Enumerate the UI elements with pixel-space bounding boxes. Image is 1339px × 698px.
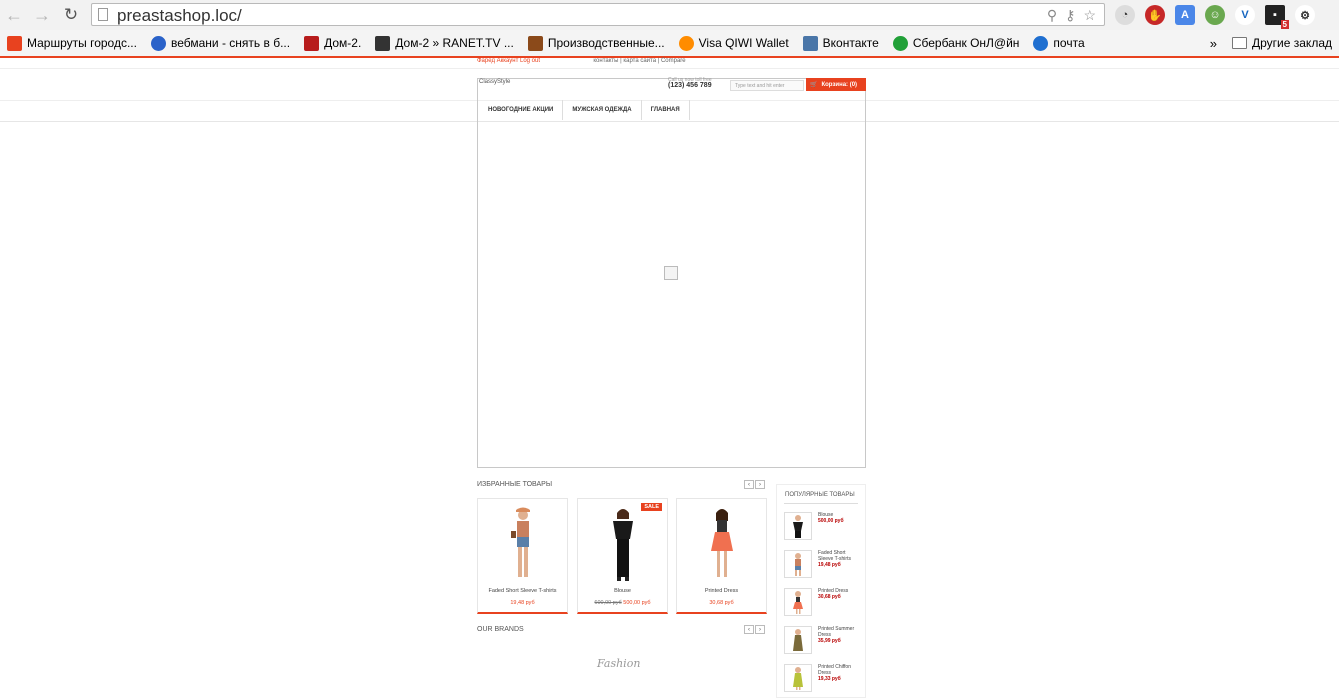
product-price-block: 600,00 руб 500,00 руб (578, 600, 667, 606)
popular-item[interactable]: Printed Dress 30,68 руб (784, 588, 862, 618)
popular-item-price: 19,48 руб (818, 562, 841, 568)
address-bar[interactable]: preastashop.loc/ ⚲ ⚷ ☆ (91, 3, 1105, 26)
extension-badge: 5 (1280, 20, 1289, 29)
menu-item-mens-clothing[interactable]: МУЖСКАЯ ОДЕЖДА (563, 100, 642, 120)
popular-item[interactable]: Blouse 500,00 руб (784, 512, 862, 542)
popular-item-thumbnail (784, 550, 812, 578)
popular-item[interactable]: Printed Summer Dress 35,99 руб (784, 626, 862, 656)
brand-logo[interactable]: Fashion (597, 657, 640, 670)
menu-item-home[interactable]: ГЛАВНАЯ (642, 100, 690, 120)
broken-image-icon (664, 266, 678, 280)
translate-icon[interactable]: A (1175, 5, 1195, 25)
product-image (613, 509, 633, 581)
popular-item[interactable]: Printed Chiffon Dress 19,33 руб (784, 664, 862, 694)
bookmarks-overflow-chevron[interactable]: » (1203, 36, 1225, 51)
brands-next-arrow[interactable]: › (755, 625, 765, 634)
back-arrow-icon[interactable]: ← (4, 5, 24, 25)
product-old-price: 600,00 руб (594, 600, 622, 606)
popular-item-name: Faded Short Sleeve T-shirts (818, 550, 851, 562)
url-text[interactable]: preastashop.loc/ (117, 6, 242, 26)
product-image (511, 507, 530, 577)
product-price: 500,00 руб (623, 600, 651, 606)
bookmark-favicon (375, 35, 391, 51)
bookmark-favicon (304, 35, 320, 51)
folder-icon (1232, 37, 1247, 49)
product-card[interactable]: Faded Short Sleeve T-shirts 19,48 руб (477, 498, 568, 614)
product-card[interactable]: SALE Blouse 600,00 руб 500,00 руб (577, 498, 668, 614)
product-name[interactable]: Blouse (578, 588, 667, 594)
smiley-extension-icon[interactable]: ☺ (1205, 5, 1225, 25)
bookmark-item[interactable]: Visa QIWI Wallet (672, 35, 796, 51)
other-bookmarks-folder[interactable]: Другие заклад (1225, 36, 1339, 50)
notification-extension-icon[interactable]: ▪ 5 (1265, 5, 1289, 29)
popular-item-name: Printed Summer Dress (818, 626, 855, 638)
popular-products-title: ПОПУЛЯРНЫЕ ТОВАРЫ (785, 492, 855, 498)
product-name[interactable]: Faded Short Sleeve T-shirts (478, 588, 567, 594)
popular-item-thumbnail (784, 512, 812, 540)
bookmark-favicon (150, 35, 166, 51)
account-links[interactable]: Фаред Аккаунт Log out (477, 58, 540, 64)
popular-item-price: 19,33 руб (818, 676, 841, 682)
bookmark-item[interactable]: почта (1026, 35, 1091, 51)
bookmark-star-icon[interactable]: ☆ (1083, 7, 1096, 24)
brands-title: OUR BRANDS (477, 626, 524, 633)
bookmark-item[interactable]: Дом-2 » RANET.TV ... (368, 35, 521, 51)
browser-toolbar: ← → ↻ preastashop.loc/ ⚲ ⚷ ☆ ◔ ✋ A ☺ V ▪… (0, 0, 1339, 30)
product-price: 30,68 руб (709, 600, 734, 606)
info-links[interactable]: контакты | карта сайта | Compare (593, 58, 685, 64)
product-name[interactable]: Printed Dress (677, 588, 766, 594)
popular-item-thumbnail (784, 588, 812, 616)
top-links: Фаред Аккаунт Log out контакты | карта с… (477, 58, 686, 64)
zoom-icon[interactable]: ⚲ (1047, 7, 1057, 24)
bookmark-favicon (892, 35, 908, 51)
page-icon (98, 8, 108, 21)
popular-item-price: 30,68 руб (818, 594, 841, 600)
featured-next-arrow[interactable]: › (755, 480, 765, 489)
popular-item-thumbnail (784, 626, 812, 654)
bookmark-item[interactable]: Дом-2. (297, 35, 368, 51)
featured-products-title: ИЗБРАННЫЕ ТОВАРЫ (477, 481, 553, 488)
phone-number: (123) 456 789 (668, 82, 712, 89)
product-card[interactable]: Printed Dress 30,68 руб (676, 498, 767, 614)
popular-item-name: Printed Chiffon Dress (818, 664, 851, 676)
popular-item-price: 500,00 руб (818, 518, 844, 524)
extension-search-icon[interactable]: ◔ (1115, 5, 1135, 25)
cart-label: Корзина: (0) (821, 81, 858, 88)
product-image (711, 509, 733, 577)
featured-prev-arrow[interactable]: ‹ (744, 480, 754, 489)
bookmarks-bar: Маршруты городс... вебмани - снять в б..… (0, 30, 1339, 58)
bookmark-favicon (7, 35, 22, 51)
adblock-icon[interactable]: ✋ (1145, 5, 1165, 25)
bookmark-item[interactable]: Маршруты городс... (0, 35, 144, 51)
product-price: 19,48 руб (510, 600, 535, 606)
forward-arrow-icon[interactable]: → (32, 5, 52, 25)
bookmark-favicon (678, 35, 694, 51)
popular-item-price: 35,99 руб (818, 638, 841, 644)
cart-icon: 🛒 (810, 82, 818, 88)
bookmark-favicon (527, 35, 543, 51)
bookmark-item[interactable]: вебмани - снять в б... (144, 35, 297, 51)
search-input[interactable]: Type text and hit enter (730, 80, 804, 91)
shop-logo[interactable]: ClassyStyle (479, 79, 510, 85)
popular-item-thumbnail (784, 664, 812, 692)
key-icon[interactable]: ⚷ (1065, 7, 1075, 24)
popular-item[interactable]: Faded Short Sleeve T-shirts 19,48 руб (784, 550, 862, 580)
menu-item-new-year-deals[interactable]: НОВОГОДНИЕ АКЦИИ (479, 100, 564, 120)
popular-products-block: ПОПУЛЯРНЫЕ ТОВАРЫ Blouse 500,00 руб Faded… (776, 484, 866, 698)
settings-icon[interactable]: ⚙ (1295, 5, 1315, 25)
sale-badge: SALE (641, 503, 662, 511)
header-divider (0, 68, 1339, 69)
bookmark-item[interactable]: Производственные... (521, 35, 672, 51)
bookmark-favicon (802, 35, 818, 51)
cart-button[interactable]: 🛒 Корзина: (0) (806, 78, 866, 91)
popular-divider (784, 503, 858, 504)
brands-prev-arrow[interactable]: ‹ (744, 625, 754, 634)
bookmark-favicon (1033, 35, 1049, 51)
reload-icon[interactable]: ↻ (61, 5, 81, 25)
main-menu: НОВОГОДНИЕ АКЦИИ МУЖСКАЯ ОДЕЖДА ГЛАВНАЯ (479, 100, 690, 120)
bookmark-item[interactable]: Вконтакте (796, 35, 886, 51)
bookmark-item[interactable]: Сбербанк ОнЛ@йн (886, 35, 1027, 51)
v-extension-icon[interactable]: V (1235, 5, 1255, 25)
